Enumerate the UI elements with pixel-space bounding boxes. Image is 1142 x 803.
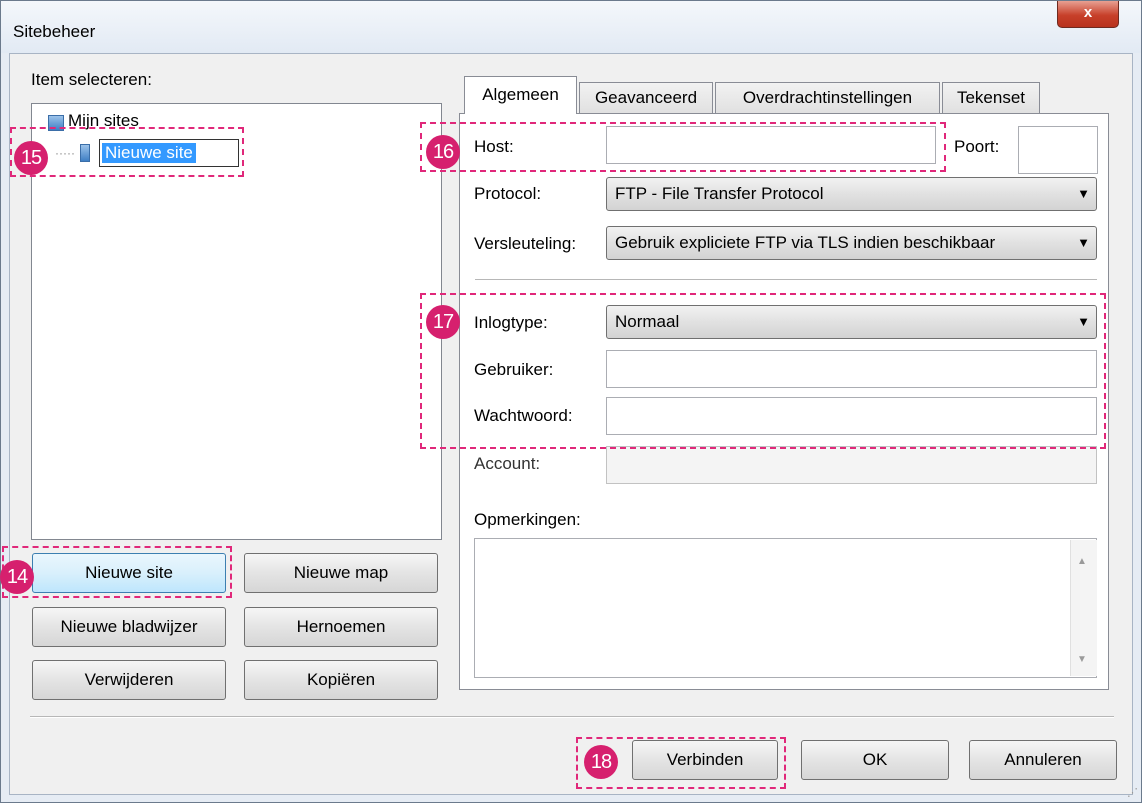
account-input [606,446,1097,484]
divider [475,279,1097,281]
window-title: Sitebeheer [13,22,96,41]
badge-18: 18 [584,745,618,779]
cancel-button[interactable]: Annuleren [969,740,1117,780]
callout-14 [2,546,232,598]
encryption-label: Versleuteling: [474,234,577,253]
comments-textarea[interactable] [474,538,1097,678]
tab-advanced[interactable]: Geavanceerd [579,82,713,114]
chevron-down-icon: ▼ [1077,235,1090,250]
footer-divider [30,716,1114,718]
copy-button[interactable]: Kopiëren [244,660,438,700]
comments-scrollbar[interactable]: ▲ ▼ [1070,540,1097,676]
delete-button[interactable]: Verwijderen [32,660,226,700]
tab-transfer-settings[interactable]: Overdrachtinstellingen [715,82,940,114]
callout-17 [420,293,1106,449]
protocol-select[interactable]: FTP - File Transfer Protocol ▼ [606,177,1097,211]
badge-15: 15 [14,141,48,175]
encryption-select[interactable]: Gebruik expliciete FTP via TLS indien be… [606,226,1097,260]
comments-label: Opmerkingen: [474,510,581,529]
badge-16: 16 [426,135,460,169]
ok-button[interactable]: OK [801,740,949,780]
tab-general[interactable]: Algemeen [464,76,577,114]
port-label: Poort: [954,137,1000,156]
protocol-value: FTP - File Transfer Protocol [615,184,824,203]
new-folder-button[interactable]: Nieuwe map [244,553,438,593]
close-icon[interactable]: x [1057,1,1119,28]
tab-charset[interactable]: Tekenset [942,82,1040,114]
new-bookmark-button[interactable]: Nieuwe bladwijzer [32,607,226,647]
port-input[interactable] [1018,126,1098,174]
select-item-label: Item selecteren: [31,70,152,89]
resize-grip-icon[interactable]: ⋰ [1127,786,1138,799]
chevron-down-icon: ▼ [1077,186,1090,201]
account-label: Account: [474,454,541,473]
encryption-value: Gebruik expliciete FTP via TLS indien be… [615,233,996,252]
protocol-label: Protocol: [474,184,542,203]
badge-17: 17 [426,305,460,339]
title-bar[interactable]: Sitebeheer x [1,1,1141,53]
badge-14: 14 [0,560,34,594]
callout-16 [420,122,946,172]
scroll-up-icon[interactable]: ▲ [1077,556,1087,567]
rename-button[interactable]: Hernoemen [244,607,438,647]
scroll-down-icon[interactable]: ▼ [1077,654,1087,665]
